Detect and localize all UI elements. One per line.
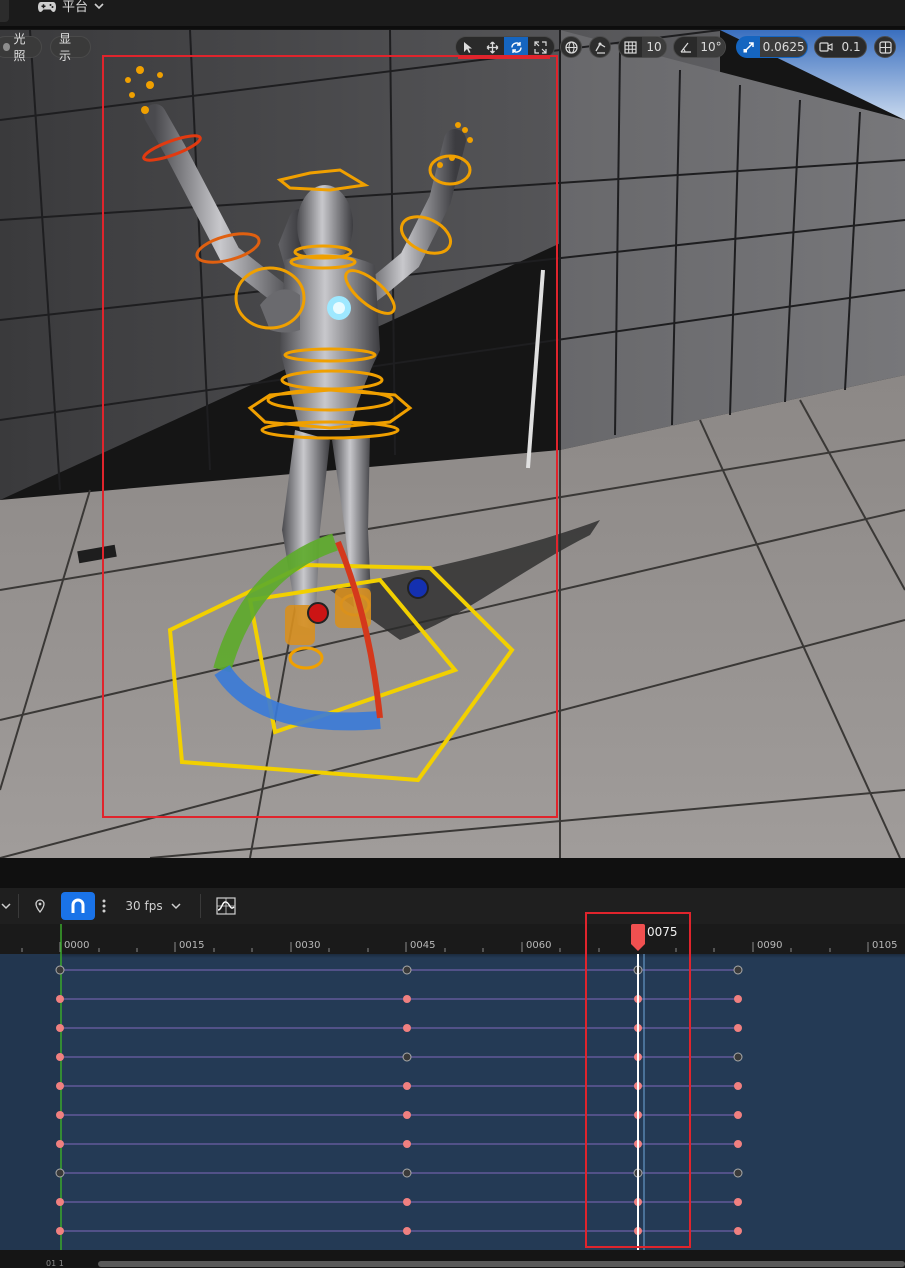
ruler-label: 0105 [872, 940, 898, 951]
ruler-label: 0045 [410, 940, 436, 951]
scale-snap-toggle[interactable] [737, 37, 761, 57]
ruler-label: 0060 [526, 940, 552, 951]
lighting-mode-label: 光照 [13, 32, 26, 63]
gamepad-icon [38, 1, 56, 12]
viewport-layout-button[interactable] [874, 36, 896, 58]
rotate-icon [510, 41, 522, 53]
globe-icon [564, 40, 578, 54]
scale-snap-value[interactable]: 0.0625 [760, 37, 807, 57]
scale-tool[interactable] [528, 37, 552, 57]
grid-snap-toggle[interactable] [619, 37, 642, 57]
horizontal-scrollbar[interactable] [98, 1261, 905, 1267]
rotate-tool[interactable] [504, 37, 528, 57]
transform-tools [455, 36, 555, 58]
panel-separator [0, 858, 905, 888]
curve-editor-icon [216, 897, 236, 915]
snap-toggle-button[interactable] [61, 892, 95, 920]
chevron-down-icon [94, 2, 104, 9]
lit-mode-icon [3, 43, 10, 51]
ruler-label: 0000 [64, 940, 90, 951]
angle-icon [680, 42, 692, 53]
camera-speed-toggle[interactable] [815, 37, 836, 57]
toolbar-divider [18, 894, 19, 918]
curve-editor-button[interactable] [213, 892, 239, 920]
toolbar-divider [200, 894, 201, 918]
rotation-snap-toggle[interactable] [674, 37, 697, 57]
cursor-icon [464, 41, 472, 53]
snap-options-button[interactable] [96, 892, 112, 920]
more-vertical-icon [102, 899, 106, 913]
platform-menu[interactable]: 平台 [38, 0, 104, 15]
level-viewport[interactable]: 光照 显示 10 10° 0.0625 0.1 [0, 30, 905, 858]
surface-snap-button[interactable] [589, 36, 611, 58]
ruler-label: 0015 [179, 940, 205, 951]
floor [0, 375, 905, 858]
camera-icon [818, 42, 833, 52]
camera-speed-group: 0.1 [814, 36, 867, 58]
scale-icon [533, 40, 547, 54]
playhead-marker[interactable] [630, 924, 646, 952]
fps-label: 30 fps [125, 899, 163, 913]
time-ruler[interactable]: 0000 0015 0030 0045 0060 0090 0105 [0, 924, 905, 954]
keyframes [55, 965, 743, 1235]
viewport-scene[interactable] [0, 30, 905, 858]
layout-icon [878, 40, 892, 54]
scale-snap-group: 0.0625 [736, 36, 808, 58]
platform-label: 平台 [62, 0, 89, 15]
track-lines [60, 969, 738, 1232]
show-menu-label: 显示 [59, 32, 72, 63]
select-tool[interactable] [456, 37, 480, 57]
keyframe-track-area[interactable] [0, 954, 905, 1250]
magnet-icon [71, 898, 85, 913]
ruler-label: 0090 [757, 940, 783, 951]
grid-snap-value[interactable]: 10 [642, 37, 666, 57]
tab-stub[interactable] [0, 0, 9, 22]
move-icon [486, 41, 498, 53]
chevron-down-icon [171, 903, 181, 910]
current-frame-label: 0075 [647, 925, 678, 939]
coordinate-space-button[interactable] [560, 36, 582, 58]
fps-selector[interactable]: 30 fps [118, 892, 188, 920]
chevron-down-icon [1, 903, 11, 910]
scale-snap-icon [743, 41, 754, 53]
lighting-mode-button[interactable]: 光照 [0, 32, 42, 63]
ruler-label: 0030 [295, 940, 321, 951]
surface-snap-icon [594, 42, 605, 54]
camera-speed-value[interactable]: 0.1 [836, 37, 866, 57]
translate-tool[interactable] [480, 37, 504, 57]
rotation-snap-group: 10° [673, 36, 726, 58]
toolbar-dropdown-button[interactable] [0, 892, 12, 920]
keyframe-tracks [0, 954, 743, 1250]
sequencer-bottom-bar: 01 1 [0, 1250, 905, 1268]
show-menu-button[interactable]: 显示 [50, 32, 91, 63]
selection-underline [458, 57, 550, 59]
grid-snap-group: 10 [618, 36, 667, 58]
pole-actor[interactable] [526, 269, 545, 469]
location-pin-icon [35, 899, 45, 913]
rotation-snap-value[interactable]: 10° [697, 37, 725, 57]
sequencer-toolbar: 30 fps [0, 888, 905, 924]
level-editor-topbar: 平台 [0, 0, 905, 29]
grid-icon [624, 40, 637, 54]
marker-button[interactable] [30, 892, 50, 920]
